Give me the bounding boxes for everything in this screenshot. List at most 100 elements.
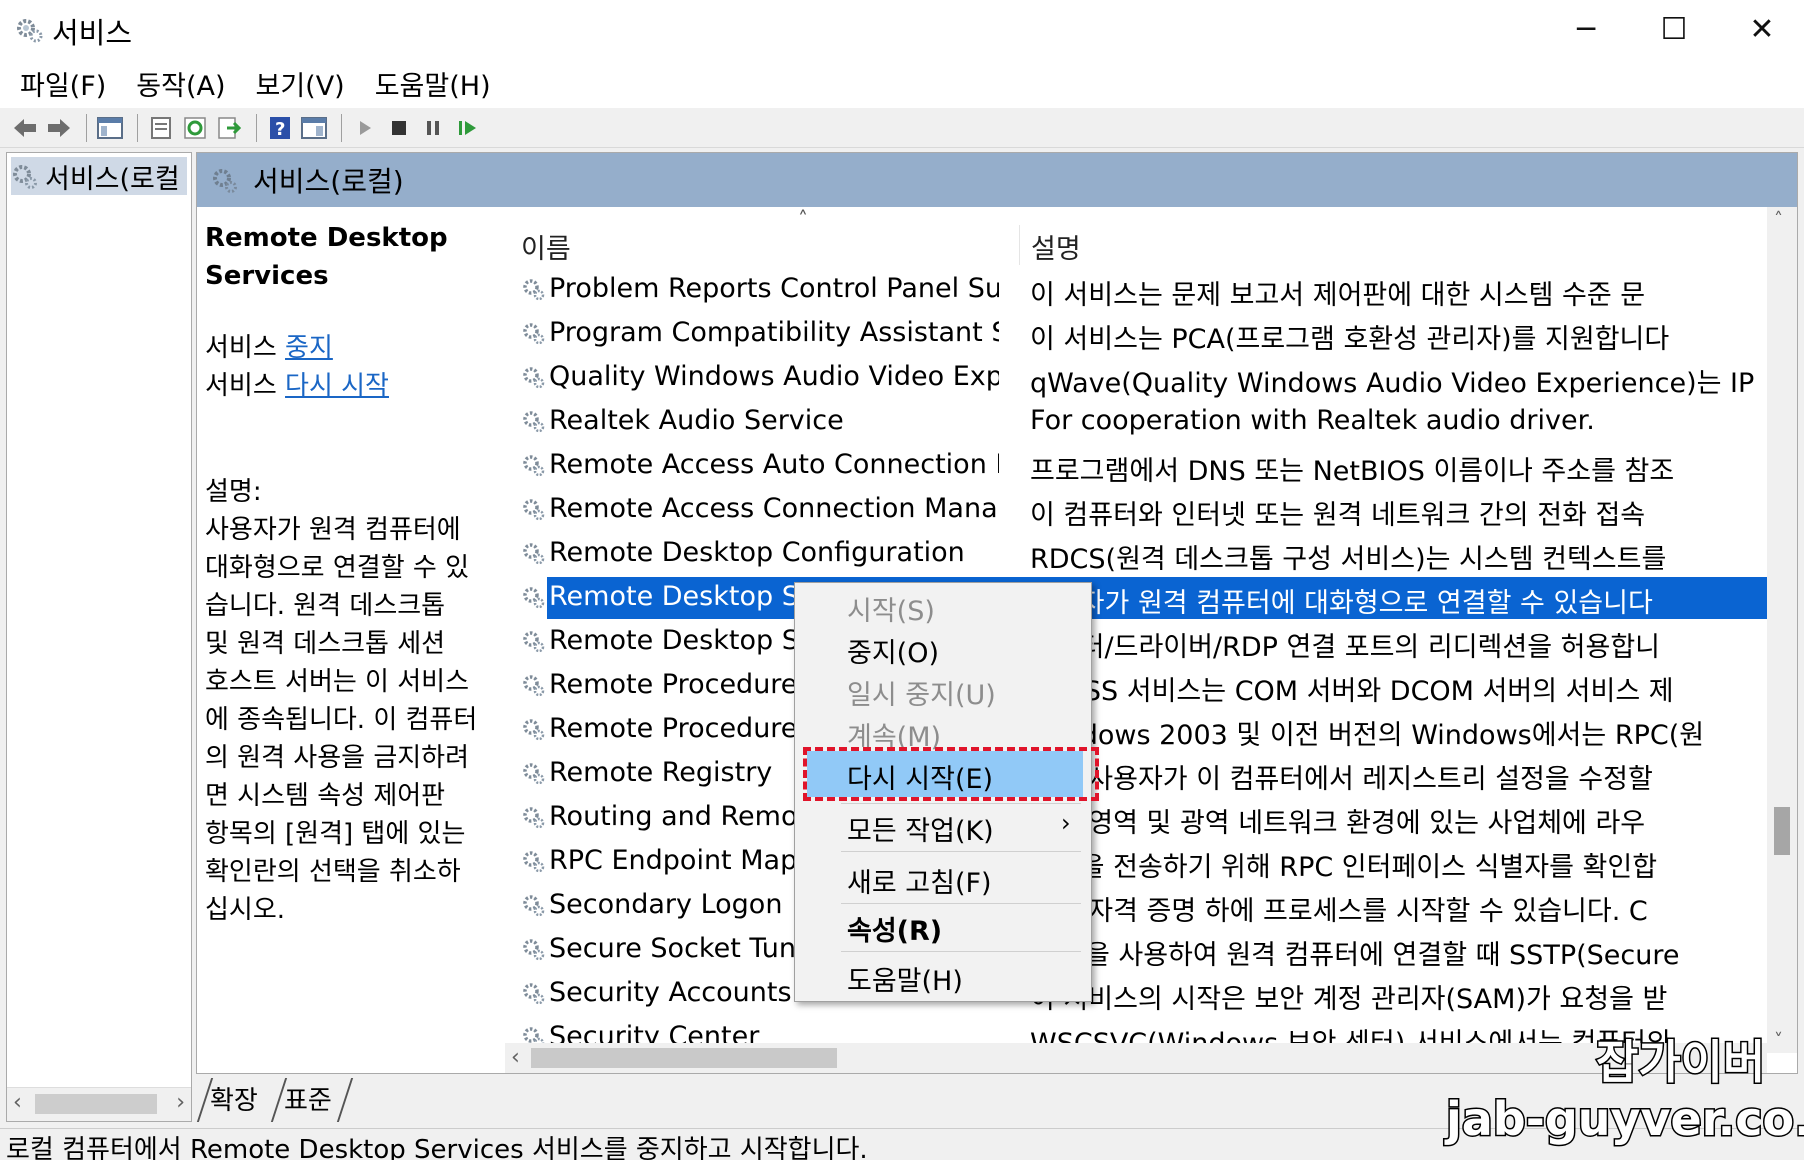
scrollbar-thumb[interactable]: [35, 1094, 157, 1114]
service-gear-icon: [523, 279, 545, 301]
table-row[interactable]: Problem Reports Control Panel Support 이 서…: [505, 269, 1775, 313]
description-line: 십시오.: [205, 895, 286, 925]
list-vertical-scrollbar[interactable]: ˄ ˅: [1767, 207, 1797, 1053]
scroll-down-icon[interactable]: ˅: [1774, 1030, 1783, 1051]
menu-bar: 파일(F) 동작(A) 보기(V) 도움말(H): [0, 58, 1804, 108]
menu-item-refresh[interactable]: 새로 고침(F): [847, 861, 992, 900]
stop-service-button[interactable]: [384, 113, 414, 143]
toolbar-separator: [137, 113, 138, 142]
description-line: 에 종속됩니다. 이 컴퓨터: [205, 705, 478, 735]
scrollbar-thumb[interactable]: [1774, 807, 1790, 855]
services-gear-icon: [17, 19, 43, 43]
column-divider[interactable]: [1019, 225, 1020, 265]
description-line: 및 원격 데스크톱 세션: [205, 629, 446, 659]
show-hide-action-pane-button[interactable]: [299, 113, 329, 143]
view-tabs: 확장 표준: [196, 1078, 596, 1122]
service-gear-icon: [523, 543, 545, 565]
table-row[interactable]: Secondary Logon 대체 자격 증명 하에 프로세스를 시작할 수 있…: [505, 885, 1775, 929]
service-name-line: Remote Desktop: [205, 223, 448, 253]
close-icon: ✕: [1749, 11, 1775, 47]
menu-help[interactable]: 도움말(H): [373, 60, 493, 107]
toolbar-separator: [341, 113, 342, 142]
restart-service-button[interactable]: [452, 113, 482, 143]
stop-icon: [392, 120, 406, 135]
properties-icon: [151, 116, 171, 139]
table-row[interactable]: Remote Desktop Se 프린터/드라이버/RDP 연결 포트의 리디렉…: [505, 621, 1775, 665]
services-gear-icon: [13, 165, 37, 189]
refresh-toolbar-button[interactable]: [180, 113, 210, 143]
service-description: 이 컴퓨터와 인터넷 또는 원격 네트워크 간의 전화 접속: [1030, 500, 1646, 531]
service-description: VPN을 사용하여 원격 컴퓨터에 연결할 때 SSTP(Secure: [1030, 940, 1680, 971]
service-gear-icon: [523, 675, 545, 697]
scroll-up-icon[interactable]: ˄: [1774, 209, 1783, 230]
menu-item-all-tasks[interactable]: 모든 작업(K): [847, 809, 994, 848]
table-row[interactable]: Program Compatibility Assistant Service 이…: [505, 313, 1775, 357]
tree-node-label: 서비스(로컬: [45, 163, 180, 195]
scrollbar-thumb[interactable]: [531, 1048, 837, 1068]
tree-node-services-local[interactable]: 서비스(로컬: [11, 157, 187, 195]
watermark-logo-text: 잡가이버: [1594, 1034, 1766, 1091]
minimize-button[interactable]: ─: [1542, 0, 1630, 58]
table-row[interactable]: Security Accounts M이 서비스의 시작은 보안 계정 관리자(…: [505, 973, 1775, 1017]
console-tree-icon: [97, 116, 123, 139]
table-row[interactable]: Secure Socket Tunr VPN을 사용하여 원격 컴퓨터에 연결할 …: [505, 929, 1775, 973]
stop-service-link[interactable]: 중지: [285, 333, 333, 363]
maximize-button[interactable]: ☐: [1630, 0, 1718, 58]
table-row[interactable]: Remote Access Connection Manager 이 컴퓨터와 인…: [505, 489, 1775, 533]
close-button[interactable]: ✕: [1718, 0, 1804, 58]
service-name: Realtek Audio Service: [549, 405, 844, 436]
table-row[interactable]: Remote Desktop Services 사용자가 원격 컴퓨터에 대화형으…: [505, 577, 1777, 621]
scroll-left-icon[interactable]: ‹: [511, 1045, 520, 1070]
description-label: 설명:: [205, 477, 262, 507]
service-description: 로컬 영역 및 광역 네트워크 환경에 있는 사업체에 라우: [1030, 808, 1646, 839]
pane-header: 서비스(로컬): [197, 153, 1797, 207]
pause-service-button[interactable]: [418, 113, 448, 143]
list-horizontal-scrollbar[interactable]: ‹: [505, 1043, 1767, 1073]
table-row[interactable]: Quality Windows Audio Video Experience qW…: [505, 357, 1775, 401]
tab-standard[interactable]: 표준: [284, 1080, 332, 1117]
restart-service-link[interactable]: 다시 시작: [285, 371, 389, 401]
service-description: 끝점을 전송하기 위해 RPC 인터페이스 식별자를 확인합: [1030, 852, 1658, 883]
service-gear-icon: [523, 719, 545, 741]
menu-item-help[interactable]: 도움말(H): [847, 959, 963, 998]
table-row[interactable]: Remote Desktop Configuration RDCS(원격 데스크톱…: [505, 533, 1775, 577]
menu-view[interactable]: 보기(V): [254, 60, 347, 107]
menu-item-pause[interactable]: 일시 중지(U): [847, 673, 996, 712]
properties-toolbar-button[interactable]: [146, 113, 176, 143]
forward-button[interactable]: [44, 113, 74, 143]
show-console-tree-button[interactable]: [95, 113, 125, 143]
tree-horizontal-scrollbar[interactable]: ‹ ›: [7, 1087, 191, 1121]
table-row[interactable]: Remote Procedure Windows 2003 및 이전 버전의 Wi…: [505, 709, 1775, 753]
table-row[interactable]: Realtek Audio Service For cooperation wit…: [505, 401, 1775, 445]
service-name: Remote Access Auto Connection Manager: [549, 449, 999, 480]
table-row[interactable]: RPC Endpoint Mapp 끝점을 전송하기 위해 RPC 인터페이스 식…: [505, 841, 1775, 885]
service-description: 프로그램에서 DNS 또는 NetBIOS 이름이나 주소를 참조: [1030, 456, 1675, 487]
table-row[interactable]: Remote Procedure RPCSS 서비스는 COM 서버와 DCOM …: [505, 665, 1775, 709]
export-list-button[interactable]: [214, 113, 244, 143]
back-button[interactable]: [10, 113, 40, 143]
services-list: ˄ 이름 설명 Problem Reports Control Panel Su…: [505, 207, 1797, 1073]
table-row[interactable]: Routing and Remot 로컬 영역 및 광역 네트워크 환경에 있는 …: [505, 797, 1775, 841]
service-gear-icon: [523, 367, 545, 389]
description-line: 면 시스템 속성 제어판: [205, 781, 446, 811]
menu-action[interactable]: 동작(A): [134, 60, 227, 107]
menu-item-start[interactable]: 시작(S): [847, 589, 935, 628]
help-toolbar-button[interactable]: ?: [265, 113, 295, 143]
tab-extended[interactable]: 확장: [210, 1080, 258, 1117]
services-gear-icon: [213, 169, 237, 193]
description-line: 습니다. 원격 데스크톱: [205, 591, 446, 621]
scroll-left-icon[interactable]: ‹: [13, 1090, 22, 1115]
menu-item-properties[interactable]: 속성(R): [847, 909, 942, 948]
table-row[interactable]: Remote Registry 원격 사용자가 이 컴퓨터에서 레지스트리 설정을…: [505, 753, 1775, 797]
table-row[interactable]: Remote Access Auto Connection Manager 프로그…: [505, 445, 1775, 489]
service-description: qWave(Quality Windows Audio Video Experi…: [1030, 368, 1755, 399]
menu-file[interactable]: 파일(F): [18, 60, 108, 107]
service-name-line: Services: [205, 261, 329, 291]
scroll-right-icon[interactable]: ›: [176, 1090, 185, 1115]
menu-item-stop[interactable]: 중지(O): [847, 631, 939, 670]
column-header-description[interactable]: 설명: [1031, 227, 1081, 266]
column-header-name[interactable]: 이름: [521, 227, 571, 266]
service-gear-icon: [523, 807, 545, 829]
start-service-button[interactable]: [350, 113, 380, 143]
tab-edge: [336, 1078, 354, 1122]
